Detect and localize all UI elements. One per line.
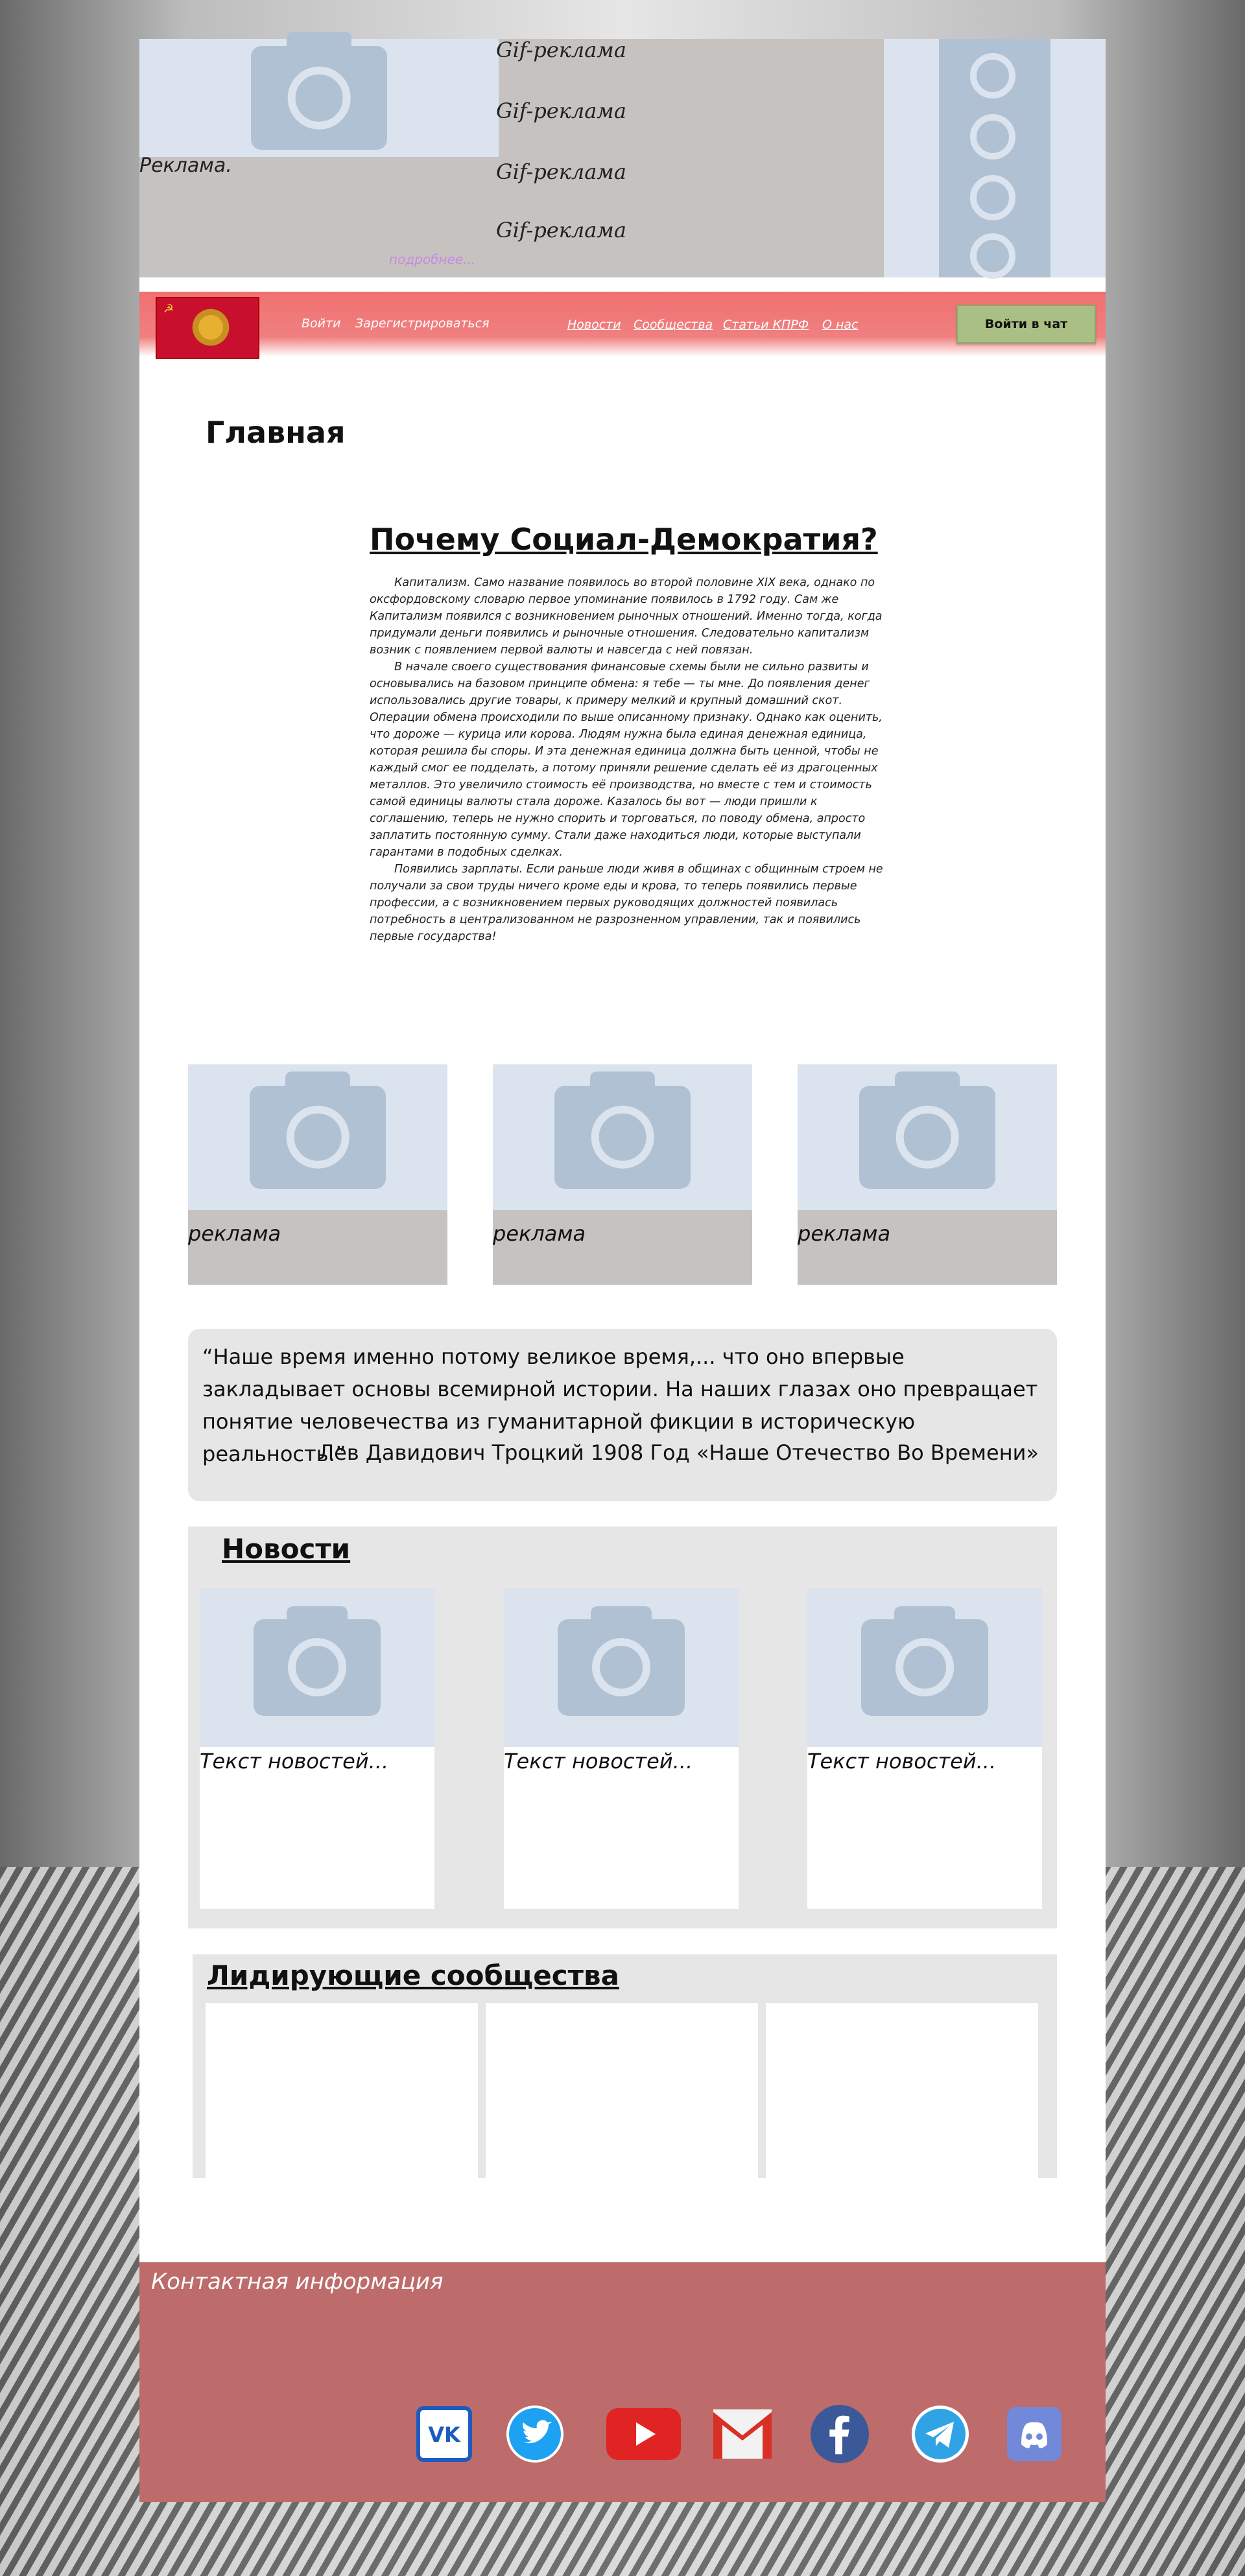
news-image-placeholder: [807, 1588, 1042, 1747]
camera-icon: [554, 1071, 691, 1189]
nav-articles[interactable]: Статьи КПРФ: [723, 318, 809, 332]
communities-title[interactable]: Лидирующие сообщества: [207, 1960, 619, 1991]
twitter-icon[interactable]: [506, 2405, 564, 2463]
camera-lens-icon: [970, 175, 1015, 220]
site-header: ☭ Войти Зарегистрироваться Новости Сообщ…: [139, 292, 1106, 359]
camera-lens-icon: [970, 114, 1015, 159]
nav-about[interactable]: О нас: [822, 318, 859, 332]
news-card[interactable]: Текст новостей...: [200, 1588, 434, 1909]
news-image-placeholder: [504, 1588, 739, 1747]
nav-communities[interactable]: Сообщества: [634, 318, 713, 332]
gif-ad-text[interactable]: Gif-реклама: [496, 38, 626, 62]
ad-label: Реклама.: [139, 154, 232, 177]
article-paragraph: В начале своего существования финансовые…: [370, 661, 883, 859]
camera-icon: [859, 1071, 995, 1189]
nav-news[interactable]: Новости: [567, 318, 621, 332]
news-title[interactable]: Новости: [222, 1533, 350, 1565]
article-paragraph: Появились зарплаты. Если раньше люди жив…: [370, 863, 883, 943]
camera-icon: [254, 1606, 381, 1716]
ad-label: реклама: [493, 1221, 586, 1246]
community-card[interactable]: [486, 2003, 758, 2196]
ad-card[interactable]: реклама: [798, 1064, 1057, 1285]
news-text: Текст новостей...: [807, 1749, 997, 1774]
camera-lens-icon: [970, 233, 1015, 279]
svg-text:VK: VK: [428, 2422, 461, 2447]
article-body: Капитализм. Само название появилось во в…: [370, 574, 888, 945]
quote-author: Лев Давидович Троцкий 1908 Год «Наше Оте…: [318, 1440, 1039, 1465]
discord-icon[interactable]: [1005, 2405, 1063, 2463]
ad-card[interactable]: реклама: [188, 1064, 447, 1285]
news-image-placeholder: [200, 1588, 434, 1747]
community-card[interactable]: [206, 2003, 478, 2196]
ad-image-placeholder: [493, 1064, 752, 1210]
camera-icon: [251, 32, 387, 150]
ad-image-placeholder: [798, 1064, 1057, 1210]
communities-section: Лидирующие сообщества: [193, 1954, 1057, 2196]
emblem-icon: [191, 305, 231, 350]
quote-block: “Наше время именно потому великое время,…: [188, 1329, 1057, 1501]
youtube-icon[interactable]: [606, 2405, 681, 2463]
ad-more-link[interactable]: подробнее...: [389, 252, 475, 267]
community-card[interactable]: [766, 2003, 1038, 2196]
article-title: Почему Социал-Демократия?: [370, 522, 878, 557]
gmail-icon[interactable]: [713, 2405, 772, 2463]
facebook-icon[interactable]: [811, 2405, 869, 2463]
news-section: Новости Текст новостей... Текст новостей…: [188, 1527, 1057, 1928]
hammer-sickle-icon: ☭: [163, 302, 174, 316]
ad-image-placeholder: [188, 1064, 447, 1210]
news-text: Текст новостей...: [504, 1749, 693, 1774]
camera-icon: [558, 1606, 685, 1716]
ad-card[interactable]: реклама: [493, 1064, 752, 1285]
ad-image-placeholder: [139, 32, 499, 157]
page-title: Главная: [206, 415, 346, 450]
camera-icon: [250, 1071, 386, 1189]
site-logo[interactable]: ☭: [156, 297, 259, 359]
ad-image-strip: [884, 39, 1106, 279]
chat-login-button[interactable]: Войти в чат: [956, 305, 1096, 344]
register-link[interactable]: Зарегистрироваться: [355, 316, 490, 331]
top-ad-banner[interactable]: Gif-реклама Gif-реклама Gif-реклама Gif-…: [139, 32, 1106, 279]
ad-label: реклама: [188, 1221, 281, 1246]
gif-ad-text[interactable]: Gif-реклама: [496, 99, 626, 123]
camera-lens-icon: [970, 53, 1015, 99]
news-card[interactable]: Текст новостей...: [807, 1588, 1042, 1909]
telegram-icon[interactable]: [911, 2405, 969, 2463]
article-paragraph: Капитализм. Само название появилось во в…: [370, 576, 883, 657]
ad-label: реклама: [798, 1221, 891, 1246]
login-link[interactable]: Войти: [302, 316, 340, 331]
camera-icon: [861, 1606, 988, 1716]
contact-info-title: Контактная информация: [151, 2269, 444, 2295]
gif-ad-text[interactable]: Gif-реклама: [496, 159, 626, 184]
news-card[interactable]: Текст новостей...: [504, 1588, 739, 1909]
site-footer: Контактная информация VK: [139, 2262, 1106, 2502]
page-container: Gif-реклама Gif-реклама Gif-реклама Gif-…: [139, 32, 1106, 2502]
vk-icon[interactable]: VK: [415, 2405, 473, 2463]
news-text: Текст новостей...: [200, 1749, 389, 1774]
gif-ad-text[interactable]: Gif-реклама: [496, 218, 626, 242]
